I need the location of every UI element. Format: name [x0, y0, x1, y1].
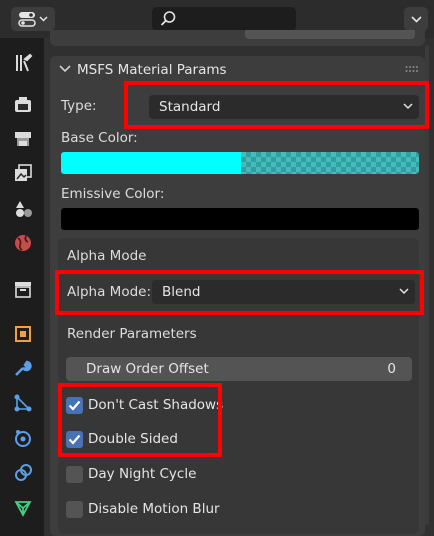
collection-icon	[15, 282, 31, 298]
base-color-swatch	[61, 152, 419, 174]
world-icon	[15, 235, 31, 251]
tab-physics[interactable]	[6, 423, 40, 453]
checkbox-label: Disable Motion Blur	[88, 501, 220, 517]
checkbox-box[interactable]	[66, 465, 83, 483]
render-params-title: Render Parameters	[67, 326, 197, 342]
tab-collection[interactable]	[6, 274, 40, 304]
tab-render[interactable]	[6, 90, 40, 120]
wrench-icon	[15, 360, 32, 376]
base-color-field[interactable]	[61, 152, 419, 174]
emissive-color-field[interactable]	[61, 208, 419, 230]
tab-constraints[interactable]	[6, 458, 40, 488]
previous-panel-edge	[50, 30, 425, 46]
highlight-alpha-mode-box	[55, 270, 424, 315]
object-icon	[15, 326, 31, 342]
draw-order-offset-label: Draw Order Offset	[86, 361, 209, 377]
output-icon	[15, 132, 31, 146]
properties-tab-bar	[0, 38, 44, 536]
previous-panel-field	[245, 30, 415, 39]
alpha-section-title: Alpha Mode	[67, 248, 147, 264]
checkbox-box[interactable]	[66, 500, 83, 518]
tab-modifiers[interactable]	[6, 353, 40, 383]
draw-order-offset-field[interactable]: Draw Order Offset 0	[66, 357, 412, 381]
tab-object[interactable]	[6, 319, 40, 349]
editor-type-button[interactable]	[11, 7, 55, 31]
physics-icon	[15, 430, 31, 447]
disable-motion-blur-checkbox[interactable]: Disable Motion Blur	[66, 498, 220, 520]
mesh-data-icon	[14, 501, 32, 517]
tab-world[interactable]	[6, 228, 40, 258]
tab-data[interactable]	[6, 493, 40, 523]
particles-icon	[14, 394, 32, 412]
tab-scene[interactable]	[6, 194, 40, 224]
day-night-cycle-checkbox[interactable]: Day Night Cycle	[66, 463, 196, 485]
type-label: Type:	[61, 98, 97, 114]
search-icon	[160, 11, 176, 26]
options-button[interactable]	[404, 7, 428, 31]
chevron-down-icon	[410, 15, 422, 23]
chevron-down-icon[interactable]	[59, 65, 71, 73]
drag-handle-icon[interactable]	[405, 65, 419, 73]
base-color-label: Base Color:	[61, 130, 138, 146]
draw-order-offset-value: 0	[387, 361, 396, 377]
tool-icon	[16, 53, 33, 72]
emissive-color-label: Emissive Color:	[61, 186, 165, 202]
render-icon	[15, 97, 31, 112]
view-layer-icon	[15, 164, 32, 181]
search-input[interactable]	[152, 7, 296, 31]
properties-editor-icon	[18, 12, 36, 27]
highlight-type-box	[124, 81, 429, 129]
scene-icon	[16, 201, 32, 217]
tab-view-layer[interactable]	[6, 158, 40, 188]
tab-particles[interactable]	[6, 388, 40, 418]
chevron-down-icon	[39, 16, 48, 22]
tab-tool[interactable]	[6, 48, 40, 78]
constraints-icon	[15, 464, 32, 481]
tab-output[interactable]	[6, 124, 40, 154]
checkbox-label: Day Night Cycle	[88, 466, 197, 482]
highlight-checkboxes-box	[58, 383, 222, 457]
panel-title[interactable]: MSFS Material Params	[77, 62, 227, 78]
